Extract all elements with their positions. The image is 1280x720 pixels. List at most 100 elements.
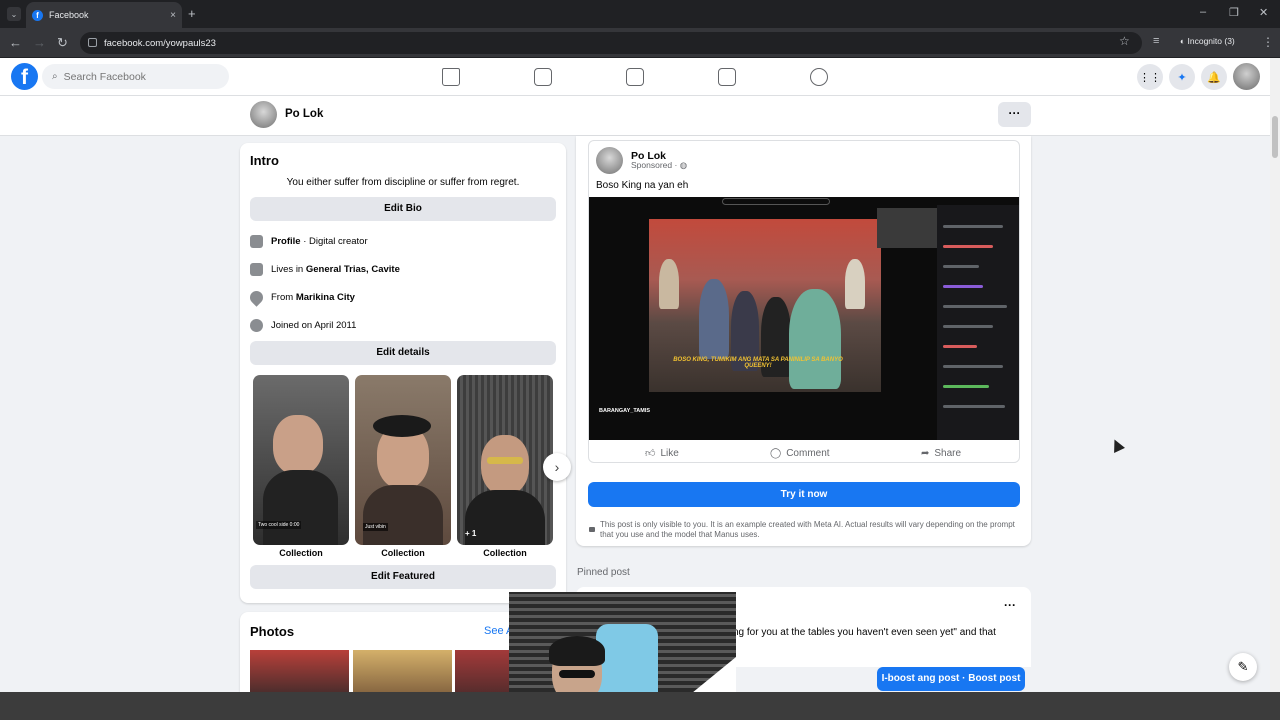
try-it-now-button[interactable]: Try it now [588,482,1020,507]
lock-icon [589,527,595,532]
profile-type-row: Profile · Digital creator [250,235,368,248]
from-value[interactable]: Marikina City [296,292,355,303]
from-prefix: From [271,292,296,303]
incognito-icon: ◐ [1180,36,1188,46]
marketplace-icon[interactable] [718,68,736,86]
media-controls-icon[interactable]: ≡ [1153,35,1159,47]
mouse-cursor [1109,437,1125,453]
tab-close-icon[interactable]: × [170,10,176,21]
tab-title: Facebook [49,10,89,20]
collection-overlay-text: Just vibin [363,523,388,531]
home-icon[interactable] [442,68,460,86]
address-bar[interactable]: facebook.com/yowpauls23 [80,32,1142,54]
collection-thumbnail[interactable]: + 1 [457,375,553,545]
tab-search-icon[interactable]: ⌄ [7,7,21,21]
share-label: Share [934,447,962,459]
share-icon: ➦ [921,447,930,459]
preview-notice: This post is only visible to you. It is … [600,520,1015,539]
browser-tab[interactable]: f Facebook × [26,2,182,28]
collection-label: Collection [483,548,527,558]
lives-value[interactable]: General Trias, Cavite [306,264,400,275]
reload-icon[interactable]: ↻ [57,35,68,51]
streamer-cam [877,208,939,248]
profile-type-icon [250,235,263,248]
collection-label: Collection [279,548,323,558]
comment-icon: ◯ [770,447,782,459]
collection-thumbnail[interactable]: Two cool side 0:00 [253,375,349,545]
post-text: Boso King na yan eh [596,180,689,191]
site-info-icon[interactable] [88,38,97,47]
window-close-icon[interactable]: ✕ [1259,6,1268,19]
groups-icon[interactable] [810,68,828,86]
comment-button[interactable]: ◯ Comment [770,443,830,463]
browser-menu-icon[interactable]: ⋮ [1262,35,1274,49]
incognito-label: Incognito (3) [1187,36,1235,46]
sponsored-text: Sponsored · [631,160,678,170]
joined-text: Joined on April 2011 [271,320,357,331]
sunglasses [559,670,595,678]
like-icon: 👍︎ [645,448,656,459]
intro-card: Intro You either suffer from discipline … [240,143,566,603]
lives-in-row: Lives in General Trias, Cavite [250,263,400,276]
minimize-icon[interactable]: – [1200,6,1206,18]
edit-bio-button[interactable]: Edit Bio [250,197,556,221]
edit-featured-button[interactable]: Edit Featured [250,565,556,589]
restore-icon[interactable]: ❐ [1229,6,1239,19]
profile-name[interactable]: Po Lok [285,108,323,120]
search-box[interactable]: ⌕ [42,64,229,89]
lives-prefix: Lives in [271,264,306,275]
video-icon[interactable] [626,68,644,86]
collection-label: Collection [381,548,425,558]
facebook-favicon-icon: f [32,9,43,21]
messenger-icon[interactable]: ✦ [1169,64,1195,90]
collection-overlay-text: Two cool side 0:00 [256,521,302,529]
profile-type-label: Profile [271,236,301,247]
search-icon: ⌕ [52,71,58,82]
account-avatar[interactable] [1233,63,1260,90]
profile-bar [0,96,1270,136]
menu-grid-icon[interactable]: ⋮⋮ [1137,64,1163,90]
feeds-icon[interactable] [534,68,552,86]
facebook-logo[interactable]: f [11,63,38,90]
profile-avatar[interactable] [250,101,277,128]
url-text: facebook.com/yowpauls23 [104,37,216,49]
pinned-post-heading: Pinned post [577,567,630,578]
notifications-icon[interactable]: 🔔 [1201,64,1227,90]
collection-thumbnail[interactable]: Just vibin [355,375,451,545]
like-label: Like [660,447,679,459]
globe-icon: ◍ [679,160,688,170]
scrollbar-thumb[interactable] [1272,116,1278,158]
share-button[interactable]: ➦ Share [921,443,961,463]
chevron-right-icon[interactable]: › [543,453,571,481]
boost-post-button[interactable]: I-boost ang post · Boost post [877,667,1025,691]
clock-icon [250,319,263,332]
new-message-icon[interactable]: ✎ [1229,653,1257,681]
pinned-post-text: ng for you at the tables you haven't eve… [733,627,996,638]
post-sponsored-label: Sponsored · ◍ [631,160,687,171]
collection-more-count: + 1 [465,529,477,538]
bookmark-star-icon[interactable]: ☆ [1119,34,1130,48]
stream-chat-panel [937,205,1019,440]
back-icon[interactable]: ← [9,35,22,50]
photos-title: Photos [250,624,295,639]
streamer-name: BARANGAY_TAMIS [599,408,651,414]
bottom-bar [0,692,1280,720]
streamer-hair [549,636,605,666]
location-pin-icon [247,288,266,307]
forward-icon[interactable]: → [33,35,46,50]
home-location-icon [250,263,263,276]
profile-more-button[interactable]: ··· [998,102,1031,127]
like-button[interactable]: 👍︎ Like [645,443,679,463]
pinned-post-more-button[interactable]: ··· [1004,598,1016,612]
bio-text: You either suffer from discipline or suf… [286,177,520,188]
search-input[interactable] [63,70,214,83]
stream-search-bar [722,198,830,205]
new-tab-button[interactable]: + [188,6,196,21]
edit-details-button[interactable]: Edit details [250,341,556,365]
from-row: From Marikina City [247,288,355,307]
video-caption: BOSO KING, TUMIKIM ANG MATA SA PANINILIP… [673,357,843,369]
joined-row: Joined on April 2011 [250,319,356,332]
incognito-indicator[interactable]: ◐ Incognito (3) [1180,36,1235,46]
post-author-avatar[interactable] [596,147,623,174]
post-video[interactable]: BOSO KING, TUMIKIM ANG MATA SA PANINILIP… [589,197,1019,440]
